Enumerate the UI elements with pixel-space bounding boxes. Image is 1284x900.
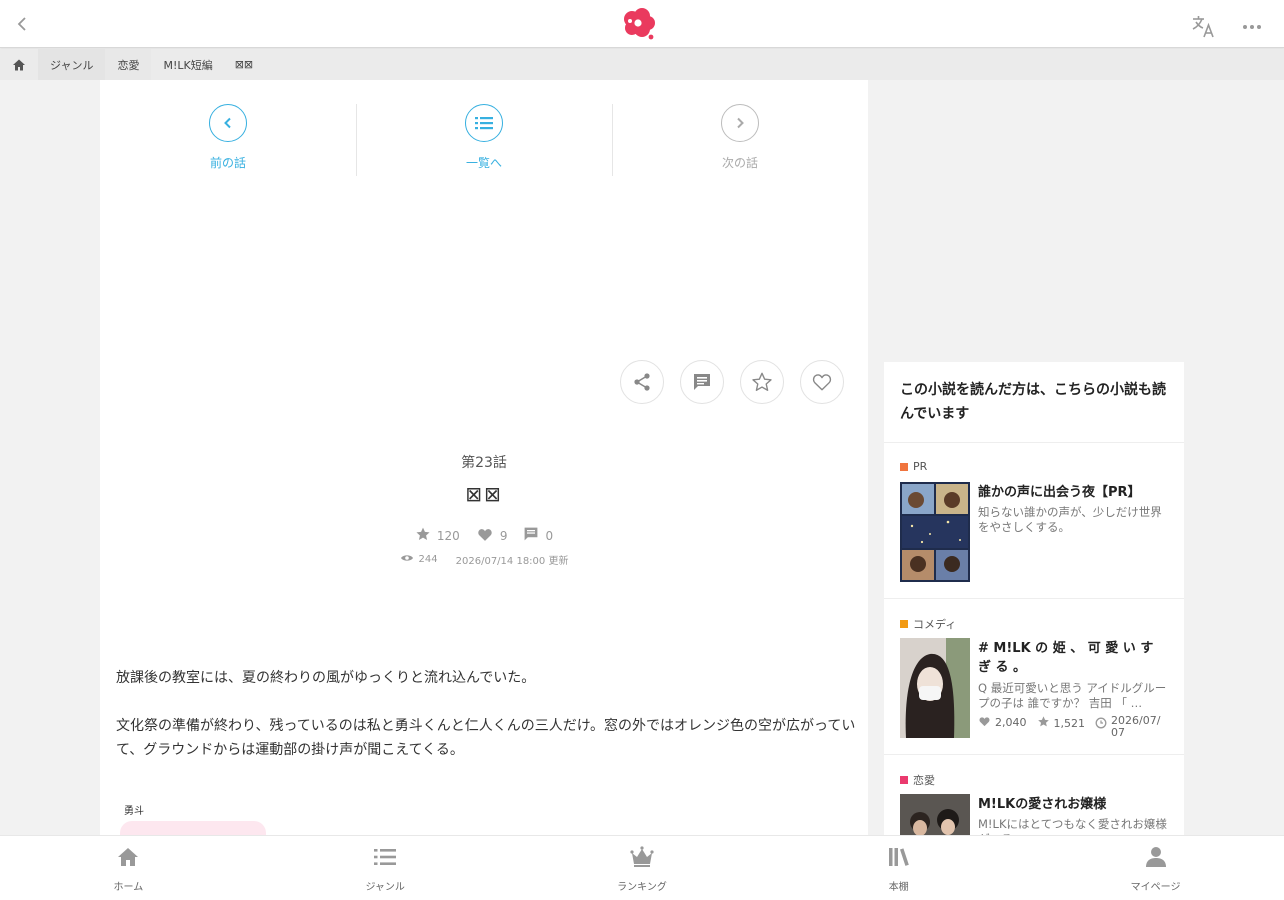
episode-title: ⊠⊠ <box>465 482 503 506</box>
genre-tag-label: PR <box>913 460 928 473</box>
recommendation-description: Q 最近可愛いと思う アイドルグループの子は 誰ですか？ 吉田 「 … <box>978 681 1167 710</box>
episode-meta: 244 2026/07/14 18:00 更新 <box>100 552 868 567</box>
nav-bookshelf[interactable]: 本棚 <box>770 836 1027 900</box>
episode-navigation: 前の話 一覧へ 次の話 <box>100 104 868 176</box>
clock-icon <box>1095 717 1107 732</box>
chevron-left-icon <box>209 104 247 142</box>
milk-logo-icon[interactable] <box>620 6 658 42</box>
breadcrumb-item-current: ⊠⊠ <box>234 58 254 71</box>
bottom-navigation: ホーム ジャンル ランキング 本棚 マイページ <box>0 835 1284 900</box>
like-count-value: 2,040 <box>995 716 1027 729</box>
nav-home[interactable]: ホーム <box>0 836 257 900</box>
body-paragraph: 放課後の教室には、夏の終わりの風がゆっくりと流れ込んでいた。 <box>116 670 536 686</box>
home-icon <box>116 845 140 873</box>
chat-bubble <box>120 821 266 835</box>
list-icon <box>465 104 503 142</box>
update-date: 2026/07/07 <box>1095 715 1163 739</box>
star-count-value: 120 <box>436 528 460 543</box>
updated-timestamp: 2026/07/14 18:00 更新 <box>455 556 569 567</box>
genre-tag: PR <box>900 460 927 473</box>
prev-episode-button[interactable]: 前の話 <box>100 104 356 176</box>
episode-actions <box>620 360 848 406</box>
like-count: 2,040 <box>978 715 1027 730</box>
breadcrumb: ジャンル 恋愛 M!LK短編 ⊠⊠ <box>0 49 1284 80</box>
recommendation-title: # M!LK の 姫 、 可 愛 い す ぎ る 。 <box>978 641 1154 675</box>
translate-icon[interactable] <box>1190 13 1216 39</box>
recommendation-card[interactable]: コメディ # M!LK の 姫 、 可 愛 い す ぎ る 。 Q 最近可愛いと… <box>884 599 1184 755</box>
star-icon <box>415 526 431 545</box>
cover-image <box>900 482 970 582</box>
share-icon[interactable] <box>620 360 664 404</box>
view-count: 244 <box>400 552 438 567</box>
recommendation-title: 誰かの声に出会う夜【PR】 <box>978 485 1141 500</box>
episode-number: 第23話 <box>461 455 507 471</box>
nav-genre-label: ジャンル <box>365 882 405 893</box>
next-episode-label: 次の話 <box>721 156 758 170</box>
recommendations-heading: この小説を読んだ方は、こちらの小説も読んでいます <box>884 362 1184 443</box>
recommendation-card[interactable]: 恋愛 M!LKの愛されお嬢様 M!LKにはとてつもなく愛されお嬢様がいる... <box>884 755 1184 835</box>
genre-tag: 恋愛 <box>900 772 935 788</box>
genre-tag-label: コメディ <box>913 618 957 631</box>
user-icon <box>1144 845 1168 873</box>
bookshelf-icon <box>887 845 911 873</box>
nav-genre[interactable]: ジャンル <box>257 836 514 900</box>
recommendation-stats: 2,040 1,521 2026/07/07 <box>978 715 1168 739</box>
body-paragraph: 文化祭の準備が終わり、残っているのは私と勇斗くんと仁人くんの三人だけ。窓の外では… <box>116 718 856 758</box>
cover-image <box>900 638 970 738</box>
more-horizontal-icon[interactable] <box>1240 15 1264 39</box>
view-count-value: 244 <box>418 554 438 565</box>
like-count: 9 <box>476 526 508 545</box>
genre-tag-label: 恋愛 <box>913 774 935 787</box>
like-count-value: 9 <box>499 528 508 543</box>
episode-list-button[interactable]: 一覧へ <box>356 104 612 176</box>
update-date-value: 2026/07/07 <box>1111 714 1161 739</box>
next-episode-button[interactable]: 次の話 <box>612 104 868 176</box>
nav-mypage[interactable]: マイページ <box>1027 836 1284 900</box>
star-count: 1,521 <box>1037 715 1086 731</box>
star-icon[interactable] <box>740 360 784 404</box>
nav-ranking[interactable]: ランキング <box>514 836 771 900</box>
recommendation-title: M!LKの愛されお嬢様 <box>978 797 1107 812</box>
episode-body: 放課後の教室には、夏の終わりの風がゆっくりと流れ込んでいた。 文化祭の準備が終わ… <box>116 666 856 762</box>
recommendation-description: M!LKにはとてつもなく愛されお嬢様がいる... <box>978 817 1167 835</box>
breadcrumb-item-romance[interactable]: 恋愛 <box>105 49 152 80</box>
list-icon <box>373 845 397 873</box>
crown-icon <box>630 845 654 873</box>
chevron-right-icon <box>721 104 759 142</box>
prev-episode-label: 前の話 <box>209 156 246 170</box>
heart-icon <box>978 715 991 730</box>
episode-content: 前の話 一覧へ 次の話 第23話 ⊠⊠ 120 9 0 244 2026/07/… <box>100 80 868 835</box>
heart-icon[interactable] <box>800 360 844 404</box>
cover-image <box>900 794 970 835</box>
nav-ranking-label: ランキング <box>617 882 667 893</box>
star-icon <box>1037 715 1050 731</box>
chevron-left-icon[interactable] <box>10 12 34 36</box>
top-bar <box>0 0 1284 48</box>
nav-bookshelf-label: 本棚 <box>888 882 909 893</box>
nav-mypage-label: マイページ <box>1130 882 1181 893</box>
comment-count: 0 <box>523 526 553 545</box>
recommendation-description: 知らない誰かの声が、少しだけ世界をやさしくする。 <box>978 505 1162 534</box>
genre-tag: コメディ <box>900 616 956 632</box>
heart-icon <box>476 526 494 545</box>
breadcrumb-item-genre[interactable]: ジャンル <box>38 49 106 80</box>
recommendations-panel: この小説を読んだ方は、こちらの小説も読んでいます PR 誰かの声に出会う夜【PR… <box>884 362 1184 835</box>
eye-icon <box>400 553 414 566</box>
home-icon[interactable] <box>0 49 38 80</box>
episode-list-label: 一覧へ <box>465 156 502 170</box>
speaker-name: 勇斗 <box>124 806 144 817</box>
star-count-value: 1,521 <box>1053 716 1086 730</box>
star-count: 120 <box>415 526 460 545</box>
comment-icon <box>523 526 539 545</box>
nav-home-label: ホーム <box>113 882 144 893</box>
comment-icon[interactable] <box>680 360 724 404</box>
episode-stats: 120 9 0 <box>100 526 868 545</box>
recommendation-card[interactable]: PR 誰かの声に出会う夜【PR】 知らない誰かの声が、少しだけ世界をやさしくする… <box>884 443 1184 599</box>
breadcrumb-item-milk-short[interactable]: M!LK短編 <box>151 49 225 80</box>
comment-count-value: 0 <box>545 528 554 543</box>
